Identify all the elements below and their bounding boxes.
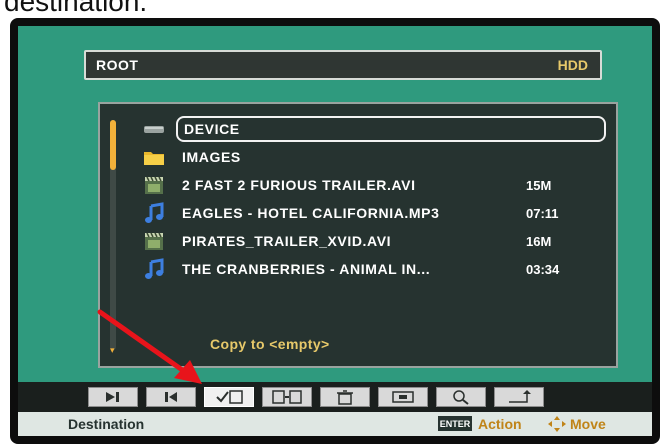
copy-status: Copy to <empty> [210,336,330,352]
drive-icon [144,126,164,133]
caption-text: destination. [4,0,148,17]
return-icon [509,390,531,403]
previous-button[interactable] [146,387,196,407]
enter-key-badge: ENTER [438,416,472,431]
search-icon [453,390,469,405]
delete-icon [337,390,353,405]
file-row-music-2[interactable]: THE CRANBERRIES - ANIMAL IN... 03:34 [136,256,606,282]
drive-label: HDD [557,57,588,73]
search-button[interactable] [436,387,486,407]
file-duration: 07:11 [526,206,559,221]
directional-pad-icon [548,416,566,432]
move-hint: Move [570,416,606,432]
file-name: 2 FAST 2 FURIOUS TRAILER.AVI [182,177,416,193]
file-name: PIRATES_TRAILER_XVID.AVI [182,233,392,249]
action-hint: Action [478,416,522,432]
mode-label: Destination [68,416,145,432]
file-name: EAGLES - HOTEL CALIFORNIA.MP3 [182,205,440,221]
file-name: THE CRANBERRIES - ANIMAL IN... [182,261,431,277]
file-name: DEVICE [184,121,240,137]
window-button[interactable] [378,387,428,407]
file-duration: 03:34 [526,262,560,277]
previous-icon [165,392,177,402]
annotation-arrow [97,309,202,384]
file-name: IMAGES [182,149,241,165]
video-icon [145,232,163,250]
file-row-video-2[interactable]: PIRATES_TRAILER_XVID.AVI 16M [136,228,606,254]
copy-icon [272,390,302,404]
folder-icon [144,152,164,165]
video-icon [145,176,163,194]
copy-button[interactable] [262,387,312,407]
file-row-device[interactable]: DEVICE [136,116,606,142]
file-row-images[interactable]: IMAGES [136,144,606,170]
file-row-highlight: DEVICE [176,116,606,142]
scrollbar-thumb[interactable] [110,120,116,170]
delete-button[interactable] [320,387,370,407]
path-label: ROOT [96,57,139,73]
return-button[interactable] [494,387,544,407]
check-copy-icon [216,390,243,404]
music-note-icon [145,202,164,223]
file-row-video-1[interactable]: 2 FAST 2 FURIOUS TRAILER.AVI 15M [136,172,606,198]
status-bar: Destination ENTER Action Move [18,412,652,436]
window-icon [392,391,414,403]
file-size: 15M [526,178,552,193]
path-bar: ROOT HDD [84,50,602,80]
file-size: 16M [526,234,552,249]
file-row-music-1[interactable]: EAGLES - HOTEL CALIFORNIA.MP3 07:11 [136,200,606,226]
copy-check-button[interactable] [204,387,254,407]
play-next-button[interactable] [88,387,138,407]
file-name-box: IMAGES [176,144,606,170]
play-next-icon [106,392,119,402]
music-note-icon [145,258,164,279]
